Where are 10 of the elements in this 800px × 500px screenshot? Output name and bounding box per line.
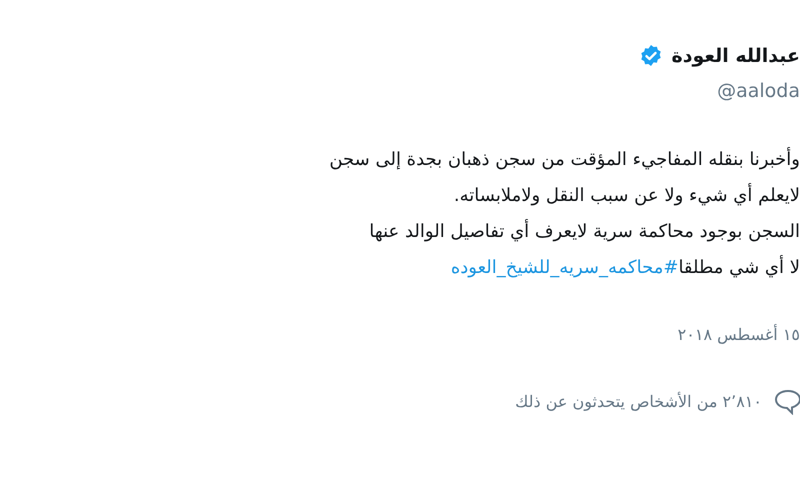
tweet-text-line: لايعلم أي شيء ولا عن سبب النقل ولاملابساته. bbox=[454, 182, 800, 208]
tweet-date: ١٥ أغسطس ٢٠١٨ bbox=[678, 323, 800, 346]
tweet-text-line: لا أي شي مطلقا#محاكمه_سريه_للشيخ_العوده bbox=[450, 254, 800, 280]
author-handle: @aaloda bbox=[717, 78, 800, 104]
engagement-text[interactable]: ٢٬٨١٠ من الأشخاص يتحدثون عن ذلك bbox=[515, 390, 762, 414]
tweet-text-line: السجن بوجود محاكمة سرية لايعرف أي تفاصيل الوالد عنها bbox=[369, 218, 800, 244]
hashtag-link[interactable]: #محاكمه_سريه_للشيخ_العوده bbox=[450, 257, 678, 278]
author-name[interactable]: عبدالله العودة bbox=[671, 42, 800, 70]
tweet-text-line: وأخبرنا بنقله المفاجيء المؤقت من سجن ذهبان بجدة إلى سجن bbox=[329, 146, 800, 172]
speech-bubble-icon[interactable] bbox=[774, 389, 800, 415]
